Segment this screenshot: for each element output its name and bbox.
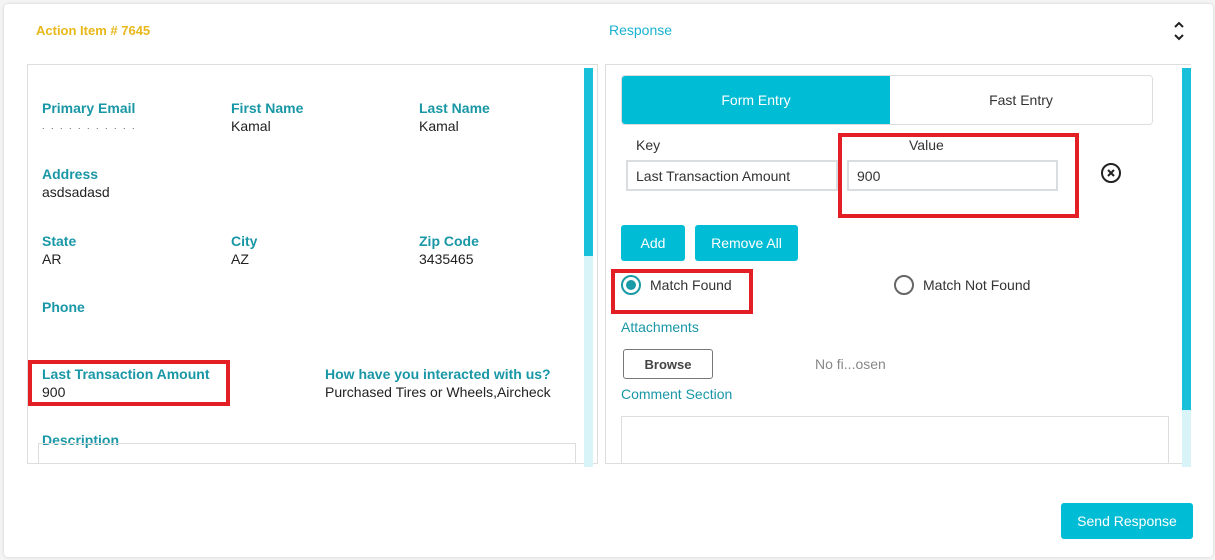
description-box	[38, 443, 576, 463]
details-scrollbar[interactable]	[584, 68, 593, 467]
browse-button[interactable]: Browse	[623, 349, 713, 379]
action-item-title: Action Item # 7645	[36, 23, 151, 38]
tab-fast-entry[interactable]: Fast Entry	[890, 76, 1152, 124]
address-label: Address	[42, 166, 99, 182]
details-scrollbar-thumb[interactable]	[584, 68, 593, 256]
field-last-transaction-amount: Last Transaction Amount 900	[42, 365, 210, 401]
tab-form-entry[interactable]: Form Entry	[622, 76, 890, 124]
last-transaction-amount-value: 900	[42, 384, 66, 400]
entry-tabs: Form Entry Fast Entry	[621, 75, 1153, 125]
state-label: State	[42, 233, 77, 249]
customer-details-panel: Primary Email . . . . . . . . . . . Firs…	[27, 64, 598, 464]
field-phone: Phone	[42, 298, 85, 316]
comment-section-label: Comment Section	[621, 386, 733, 402]
last-transaction-amount-label: Last Transaction Amount	[42, 366, 210, 382]
state-value: AR	[42, 251, 62, 267]
field-last-name: Last Name Kamal	[419, 99, 490, 135]
radio-match-not-found[interactable]: Match Not Found	[894, 275, 1030, 295]
address-value: asdsadasd	[42, 184, 110, 200]
expand-collapse-icon[interactable]	[1172, 20, 1186, 42]
add-button[interactable]: Add	[621, 225, 685, 261]
zip-code-label: Zip Code	[419, 233, 479, 249]
response-scrollbar[interactable]	[1182, 68, 1191, 467]
interaction-value: Purchased Tires or Wheels,Aircheck	[325, 384, 551, 400]
field-address: Address asdsadasd	[42, 165, 110, 201]
response-title: Response	[609, 22, 673, 38]
last-name-value: Kamal	[419, 118, 459, 134]
last-name-label: Last Name	[419, 100, 490, 116]
match-found-label: Match Found	[650, 277, 732, 293]
no-file-chosen-text: No fi...osen	[815, 356, 886, 372]
key-label: Key	[636, 137, 661, 153]
city-label: City	[231, 233, 258, 249]
value-label: Value	[909, 137, 944, 153]
remove-all-button[interactable]: Remove All	[695, 225, 798, 261]
value-input[interactable]	[847, 160, 1058, 191]
field-state: State AR	[42, 232, 76, 268]
comment-textarea[interactable]	[621, 416, 1169, 463]
radio-unchecked-icon	[894, 275, 914, 295]
field-first-name: First Name Kamal	[231, 99, 303, 135]
field-city: City AZ	[231, 232, 257, 268]
field-interaction: How have you interacted with us? Purchas…	[325, 365, 551, 401]
city-value: AZ	[231, 251, 249, 267]
first-name-value: Kamal	[231, 118, 271, 134]
response-panel: Form Entry Fast Entry Key Value Add Remo…	[605, 64, 1191, 464]
key-input[interactable]	[626, 160, 838, 191]
primary-email-label: Primary Email	[42, 100, 136, 116]
field-zip-code: Zip Code 3435465	[419, 232, 479, 268]
match-not-found-label: Match Not Found	[923, 277, 1031, 293]
phone-label: Phone	[42, 299, 85, 315]
attachments-label: Attachments	[621, 319, 699, 335]
radio-match-found[interactable]: Match Found	[621, 275, 732, 295]
response-scrollbar-thumb[interactable]	[1182, 68, 1191, 410]
radio-checked-icon	[621, 275, 641, 295]
remove-row-icon[interactable]	[1100, 162, 1122, 184]
interaction-label: How have you interacted with us?	[325, 366, 551, 382]
field-primary-email: Primary Email . . . . . . . . . . .	[42, 99, 137, 135]
zip-code-value: 3435465	[419, 251, 474, 267]
first-name-label: First Name	[231, 100, 304, 116]
send-response-button[interactable]: Send Response	[1061, 503, 1193, 539]
primary-email-value: . . . . . . . . . . .	[42, 121, 137, 131]
